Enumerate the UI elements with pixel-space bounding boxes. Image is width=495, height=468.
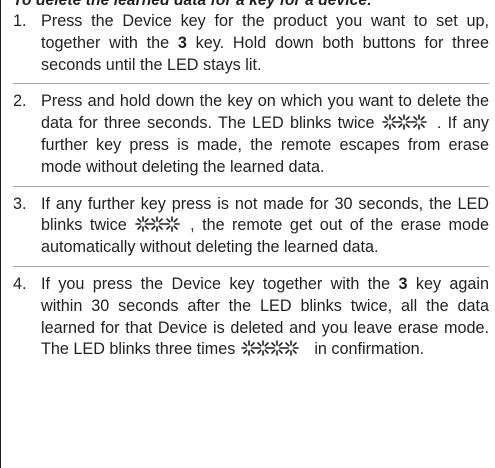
step-text-part: If you press the Device key together wit… bbox=[41, 274, 399, 293]
step-item-4: 4. If you press the Device key together … bbox=[13, 265, 489, 361]
step-item-2: 2. Press and hold down the key on which … bbox=[13, 83, 489, 178]
step-number: 1. bbox=[13, 12, 27, 30]
step-text: Press the Device key for the product you… bbox=[41, 12, 489, 74]
step-item-3: 3. If any further key press is not made … bbox=[13, 185, 489, 259]
section-heading: To delete the learned data for a key for… bbox=[13, 0, 373, 9]
step-number: 2. bbox=[13, 92, 27, 111]
step-item-1: 1. Press the Device key for the product … bbox=[13, 11, 489, 76]
manual-page: To delete the learned data for a key for… bbox=[0, 0, 495, 468]
step-text: If any further key press is not made for… bbox=[41, 195, 489, 257]
step-text: If you press the Device key together wit… bbox=[41, 275, 489, 358]
step-number: 3. bbox=[13, 194, 27, 213]
key-label-bold: 3 bbox=[398, 274, 408, 293]
step-number: 4. bbox=[13, 274, 27, 293]
led-blink-three-times-icon bbox=[240, 339, 310, 357]
key-label-bold: 3 bbox=[177, 33, 187, 52]
led-blink-twice-icon bbox=[134, 215, 190, 233]
led-blink-twice-icon bbox=[381, 113, 437, 131]
steps-list: 1. Press the Device key for the product … bbox=[13, 11, 489, 361]
step-text: Press and hold down the key on which you… bbox=[41, 92, 489, 175]
step-text-part: in confirmation. bbox=[309, 340, 425, 359]
